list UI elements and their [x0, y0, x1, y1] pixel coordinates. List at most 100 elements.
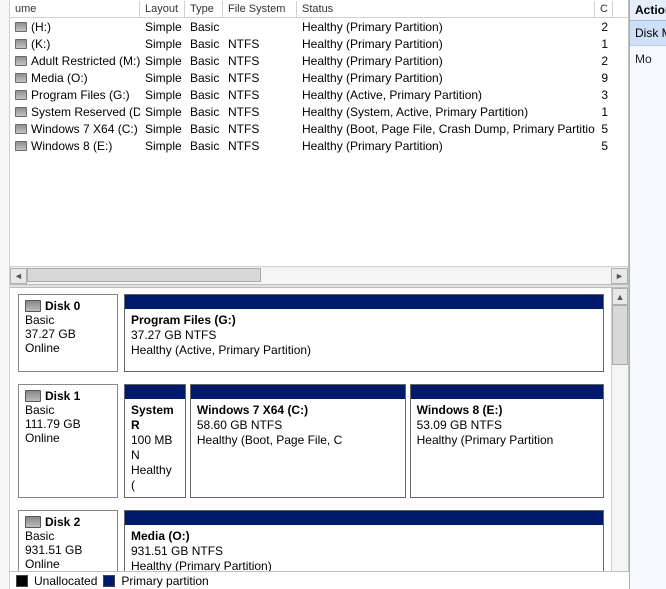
partition-size: 58.60 GB NTFS — [197, 418, 399, 433]
volume-row[interactable]: Windows 7 X64 (C:)SimpleBasicNTFSHealthy… — [10, 120, 628, 137]
volume-icon — [15, 124, 27, 134]
disk-type: Basic — [25, 403, 111, 417]
disk-row[interactable]: Disk 1Basic111.79 GBOnlineSystem R100 MB… — [18, 384, 624, 498]
volume-filesystem: NTFS — [223, 37, 297, 51]
volume-type: Basic — [185, 37, 223, 51]
partition-color-band — [411, 385, 603, 399]
volume-type: Basic — [185, 20, 223, 34]
legend-label-primary: Primary partition — [121, 574, 208, 588]
volume-name: (K:) — [31, 37, 50, 51]
volume-filesystem: NTFS — [223, 71, 297, 85]
col-type[interactable]: Type — [185, 1, 223, 17]
actions-pane: Actions Disk Ma Mo — [629, 0, 666, 589]
partition-name: Windows 7 X64 (C:) — [197, 403, 399, 418]
volume-row[interactable]: Program Files (G:)SimpleBasicNTFSHealthy… — [10, 86, 628, 103]
scroll-thumb-v[interactable] — [612, 305, 628, 365]
volume-name: Windows 7 X64 (C:) — [31, 122, 138, 136]
volume-icon — [15, 22, 27, 32]
partition-name: System R — [131, 403, 179, 433]
volume-layout: Simple — [140, 71, 185, 85]
scroll-track[interactable] — [27, 268, 611, 284]
volume-status: Healthy (Primary Partition) — [297, 20, 595, 34]
scroll-right-button[interactable]: ► — [611, 268, 628, 284]
partition-color-band — [125, 511, 603, 525]
volume-extra: 3 — [595, 88, 613, 102]
volume-icon — [15, 107, 27, 117]
volume-layout: Simple — [140, 122, 185, 136]
disk-row[interactable]: Disk 0Basic37.27 GBOnlineProgram Files (… — [18, 294, 624, 372]
volume-type: Basic — [185, 71, 223, 85]
volume-name: (H:) — [31, 20, 51, 34]
partition-color-band — [125, 385, 185, 399]
volume-filesystem: NTFS — [223, 139, 297, 153]
disk-type: Basic — [25, 529, 111, 543]
partition-size: 53.09 GB NTFS — [417, 418, 597, 433]
disk-icon — [25, 516, 41, 528]
disk-view-vscroll[interactable]: ▲ ▼ — [611, 288, 628, 589]
volume-type: Basic — [185, 122, 223, 136]
volume-extra: 5 — [595, 139, 613, 153]
volume-status: Healthy (System, Active, Primary Partiti… — [297, 105, 595, 119]
col-filesystem[interactable]: File System — [223, 1, 297, 17]
volume-icon — [15, 56, 27, 66]
col-layout[interactable]: Layout — [140, 1, 185, 17]
col-extra[interactable]: C — [595, 1, 613, 17]
volume-row[interactable]: Windows 8 (E:)SimpleBasicNTFSHealthy (Pr… — [10, 137, 628, 154]
actions-item-more[interactable]: Mo — [630, 46, 666, 72]
volume-list-hscroll[interactable]: ◄ ► — [10, 266, 628, 284]
disk-label[interactable]: Disk 1Basic111.79 GBOnline — [18, 384, 118, 498]
volume-filesystem: NTFS — [223, 122, 297, 136]
volume-status: Healthy (Boot, Page File, Crash Dump, Pr… — [297, 122, 595, 136]
partition-box[interactable]: Windows 8 (E:)53.09 GB NTFSHealthy (Prim… — [410, 384, 604, 498]
partition-name: Program Files (G:) — [131, 313, 597, 328]
volume-list[interactable]: (H:)SimpleBasicHealthy (Primary Partitio… — [10, 18, 628, 266]
col-volume[interactable]: ume — [10, 1, 140, 17]
scroll-up-button[interactable]: ▲ — [612, 288, 628, 305]
volume-layout: Simple — [140, 105, 185, 119]
volume-row[interactable]: Adult Restricted (M:)SimpleBasicNTFSHeal… — [10, 52, 628, 69]
volume-filesystem: NTFS — [223, 105, 297, 119]
volume-layout: Simple — [140, 139, 185, 153]
volume-type: Basic — [185, 88, 223, 102]
volume-row[interactable]: Media (O:)SimpleBasicNTFSHealthy (Primar… — [10, 69, 628, 86]
volume-icon — [15, 73, 27, 83]
volume-icon — [15, 90, 27, 100]
disk-name: Disk 1 — [45, 389, 80, 403]
partition-box[interactable]: Windows 7 X64 (C:)58.60 GB NTFSHealthy (… — [190, 384, 406, 498]
volume-layout: Simple — [140, 54, 185, 68]
partition-status: Healthy (Boot, Page File, C — [197, 433, 399, 448]
disk-size: 931.51 GB — [25, 543, 111, 557]
volume-row[interactable]: (K:)SimpleBasicNTFSHealthy (Primary Part… — [10, 35, 628, 52]
disk-graphical-view[interactable]: Disk 0Basic37.27 GBOnlineProgram Files (… — [10, 288, 628, 589]
volume-list-header: ume Layout Type File System Status C — [10, 0, 628, 18]
actions-item-disk-management[interactable]: Disk Ma — [630, 21, 666, 46]
partition-size: 100 MB N — [131, 433, 179, 463]
scroll-track-v[interactable] — [612, 305, 628, 572]
disk-status: Online — [25, 431, 111, 445]
volume-type: Basic — [185, 105, 223, 119]
volume-type: Basic — [185, 139, 223, 153]
volume-status: Healthy (Primary Partition) — [297, 71, 595, 85]
volume-extra: 9 — [595, 71, 613, 85]
disk-type: Basic — [25, 313, 111, 327]
volume-layout: Simple — [140, 88, 185, 102]
legend-label-unallocated: Unallocated — [34, 574, 97, 588]
partition-status: Healthy (Active, Primary Partition) — [131, 343, 597, 358]
volume-layout: Simple — [140, 37, 185, 51]
volume-name: Windows 8 (E:) — [31, 139, 112, 153]
scroll-thumb[interactable] — [27, 268, 261, 282]
disk-name: Disk 2 — [45, 515, 80, 529]
partition-box[interactable]: Program Files (G:)37.27 GB NTFSHealthy (… — [124, 294, 604, 372]
volume-status: Healthy (Primary Partition) — [297, 54, 595, 68]
disk-label[interactable]: Disk 0Basic37.27 GBOnline — [18, 294, 118, 372]
volume-row[interactable]: (H:)SimpleBasicHealthy (Primary Partitio… — [10, 18, 628, 35]
volume-type: Basic — [185, 54, 223, 68]
scroll-left-button[interactable]: ◄ — [10, 268, 27, 284]
partition-box[interactable]: System R100 MB NHealthy ( — [124, 384, 186, 498]
volume-row[interactable]: System Reserved (D:)SimpleBasicNTFSHealt… — [10, 103, 628, 120]
volume-status: Healthy (Active, Primary Partition) — [297, 88, 595, 102]
volume-name: Adult Restricted (M:) — [31, 54, 140, 68]
col-status[interactable]: Status — [297, 1, 595, 17]
partition-name: Media (O:) — [131, 529, 597, 544]
disk-icon — [25, 300, 41, 312]
